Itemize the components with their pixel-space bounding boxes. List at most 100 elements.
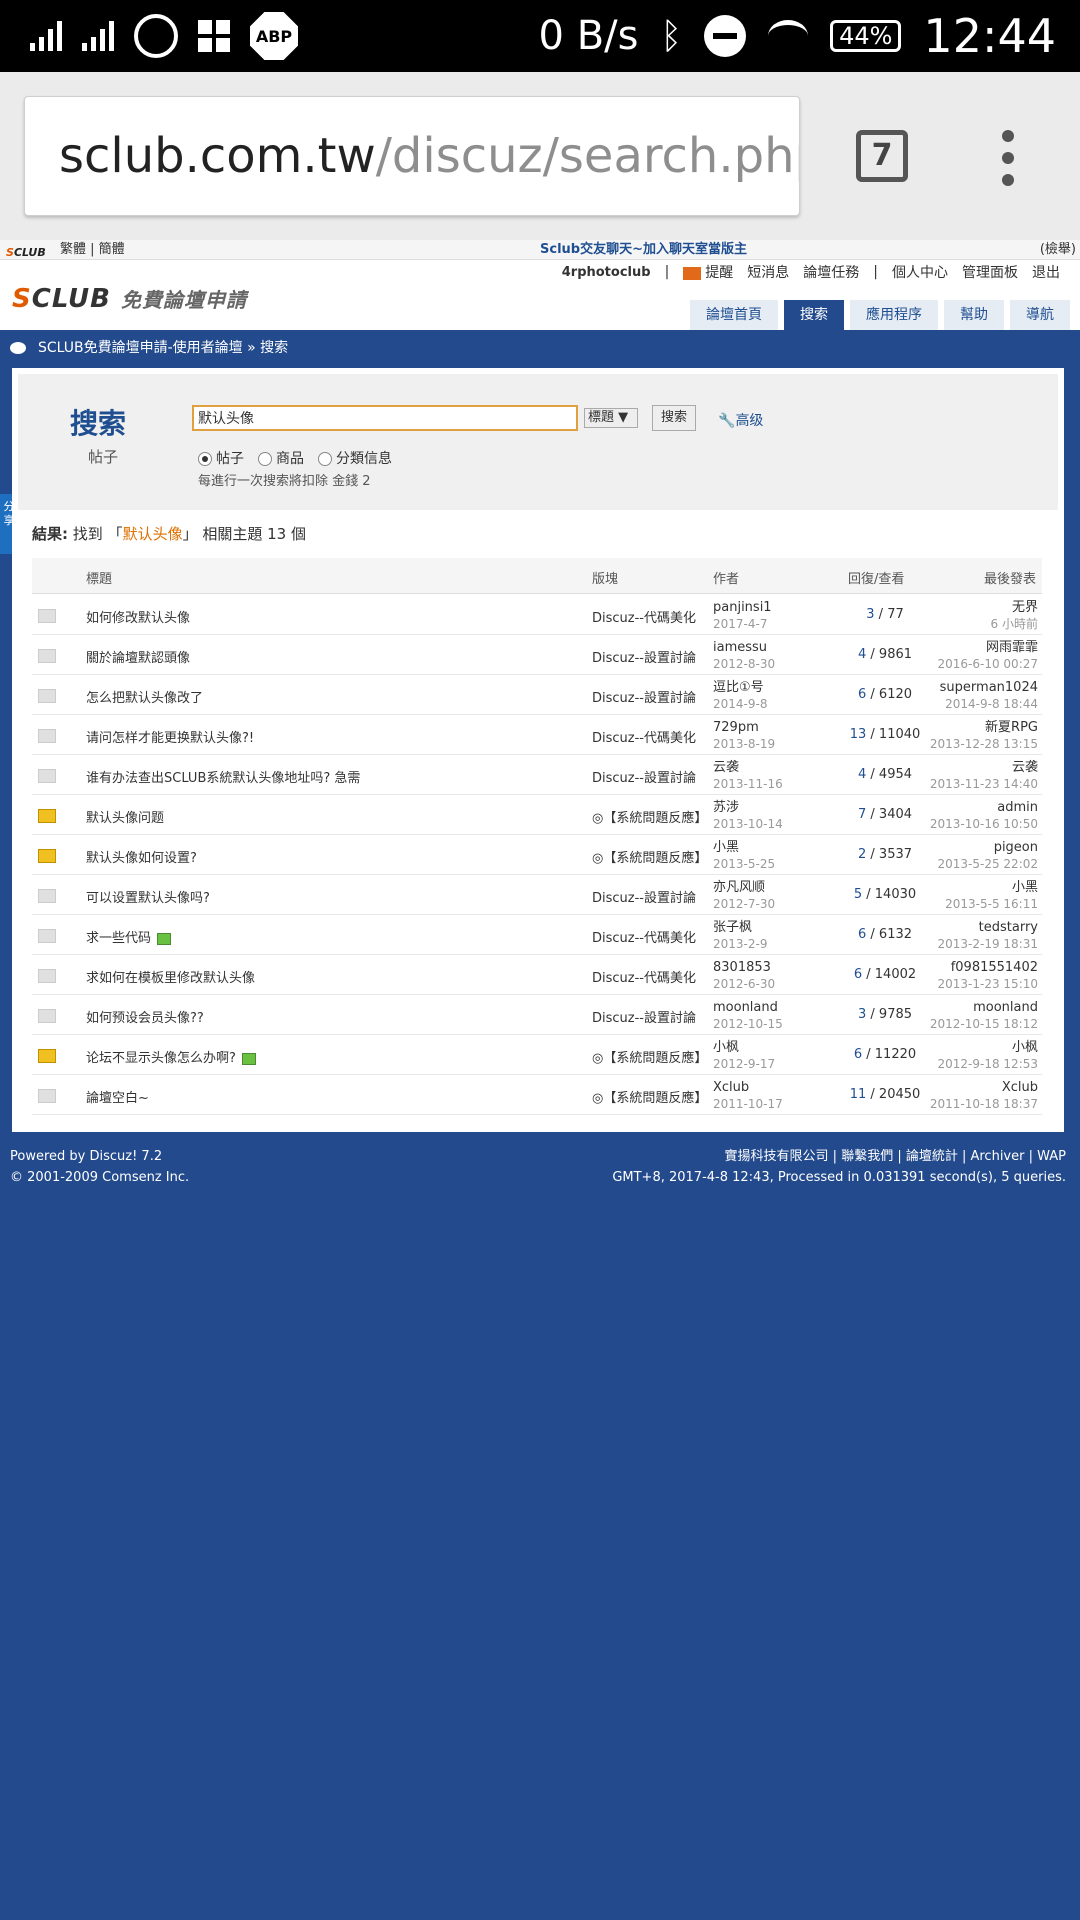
forum-link[interactable]: Discuz--代碼美化 <box>592 727 704 746</box>
forum-link[interactable]: Discuz--設置討論 <box>592 647 704 666</box>
last-poster-link[interactable]: 无界 <box>1012 600 1038 615</box>
search-scope-select[interactable]: 標題 ▼ <box>584 408 638 428</box>
network-speed: 0 B/s <box>538 13 639 59</box>
forum-link[interactable]: ◎【系統問題反應】 <box>592 847 704 866</box>
last-poster-link[interactable]: admin <box>997 800 1038 815</box>
thread-title-link[interactable]: 谁有办法查出SCLUB系統默认头像地址吗? 急需 <box>86 767 360 786</box>
last-post-time[interactable]: 2012-10-15 18:12 <box>930 1017 1038 1031</box>
last-poster-link[interactable]: pigeon <box>994 840 1038 855</box>
last-post-time[interactable]: 2013-10-16 10:50 <box>930 817 1038 831</box>
author-link[interactable]: 亦凡风顺 <box>713 880 765 895</box>
footer-links[interactable]: 實揚科技有限公司 | 聯繫我們 | 論壇統計 | Archiver | WAP <box>612 1146 1066 1167</box>
thread-title-link[interactable]: 怎么把默认头像改了 <box>86 687 203 706</box>
forum-link[interactable]: Discuz--設置討論 <box>592 887 704 906</box>
pm-link[interactable]: 短消息 <box>747 262 789 282</box>
radio-goods[interactable]: 商品 <box>258 448 304 468</box>
nav-apps[interactable]: 應用程序 <box>850 300 938 330</box>
author-link[interactable]: iamessu <box>713 640 767 655</box>
author-link[interactable]: 小黑 <box>713 840 739 855</box>
search-button[interactable]: 搜索 <box>652 405 696 431</box>
thread-title-link[interactable]: 论坛不显示头像怎么办啊? <box>86 1047 256 1066</box>
site-logo[interactable]: SCLUB 免費論壇申請 <box>12 284 247 314</box>
radio-classified[interactable]: 分類信息 <box>318 448 392 468</box>
thread-title-link[interactable]: 可以设置默认头像吗? <box>86 887 210 906</box>
search-input[interactable] <box>192 405 578 431</box>
logout-link[interactable]: 退出 <box>1032 262 1060 282</box>
tab-switcher-button[interactable]: 7 <box>856 130 908 182</box>
notify-link[interactable]: 提醒 <box>683 262 733 282</box>
breadcrumb-text[interactable]: SCLUB免費論壇申請-使用者論壇 » 搜索 <box>38 340 288 356</box>
username-link[interactable]: 4rphotoclub <box>562 265 651 280</box>
last-post-time[interactable]: 2013-11-23 14:40 <box>930 777 1038 791</box>
last-post-time[interactable]: 6 小時前 <box>991 617 1038 631</box>
last-poster-link[interactable]: Xclub <box>1002 1080 1038 1095</box>
forum-link[interactable]: Discuz--代碼美化 <box>592 967 704 986</box>
forum-link[interactable]: ◎【系統問題反應】 <box>592 1047 704 1066</box>
author-link[interactable]: moonland <box>713 1000 778 1015</box>
last-post-time[interactable]: 2013-5-5 16:11 <box>945 897 1038 911</box>
last-post-time[interactable]: 2013-12-28 13:15 <box>930 737 1038 751</box>
last-poster-link[interactable]: 小枫 <box>1012 1040 1038 1055</box>
admin-link[interactable]: 管理面板 <box>962 262 1018 282</box>
thread-title-link[interactable]: 如何预设会员头像?? <box>86 1007 204 1026</box>
forum-link[interactable]: ◎【系統問題反應】 <box>592 1087 704 1106</box>
last-post-time[interactable]: 2014-9-8 18:44 <box>945 697 1038 711</box>
forum-link[interactable]: ◎【系統問題反應】 <box>592 807 704 826</box>
browser-toolbar: sclub.com.tw/discuz/search.php? 7 <box>0 72 1080 240</box>
advanced-search-link[interactable]: 🔧高级 <box>718 410 763 430</box>
last-post-time[interactable]: 2013-5-25 22:02 <box>938 857 1039 871</box>
author-link[interactable]: 小枫 <box>713 1040 739 1055</box>
overflow-menu-icon[interactable] <box>1002 130 1014 196</box>
tasks-link[interactable]: 論壇任務 <box>803 262 859 282</box>
thread-title-link[interactable]: 求如何在模板里修改默认头像 <box>86 967 255 986</box>
forum-link[interactable]: Discuz--代碼美化 <box>592 927 704 946</box>
radio-posts[interactable]: 帖子 <box>198 448 244 468</box>
forum-link[interactable]: Discuz--設置討論 <box>592 767 704 786</box>
nav-help[interactable]: 幫助 <box>944 300 1004 330</box>
last-poster-link[interactable]: 新夏RPG <box>985 720 1038 735</box>
forum-link[interactable]: Discuz--設置討論 <box>592 1007 704 1026</box>
post-date: 2017-4-7 <box>713 617 768 631</box>
last-poster-link[interactable]: moonland <box>973 1000 1038 1015</box>
last-post-time[interactable]: 2011-10-18 18:37 <box>930 1097 1038 1111</box>
thread-title-link[interactable]: 關於論壇默認頭像 <box>86 647 190 666</box>
thread-title-link[interactable]: 求一些代码 <box>86 927 172 946</box>
thread-title-link[interactable]: 默认头像如何设置? <box>86 847 197 866</box>
nav-navigation[interactable]: 導航 <box>1010 300 1070 330</box>
last-post-time[interactable]: 2012-9-18 12:53 <box>938 1057 1039 1071</box>
thread-title-link[interactable]: 请问怎样才能更换默认头像?! <box>86 727 254 746</box>
powered-by[interactable]: Powered by Discuz! 7.2 <box>10 1146 189 1167</box>
author-link[interactable]: 8301853 <box>713 960 771 975</box>
language-switch[interactable]: 繁體 | 簡體 <box>60 240 125 260</box>
nav-search[interactable]: 搜索 <box>784 300 844 330</box>
author-link[interactable]: panjinsi1 <box>713 600 772 615</box>
last-post-time[interactable]: 2013-2-19 18:31 <box>938 937 1039 951</box>
last-poster-link[interactable]: 小黑 <box>1012 880 1038 895</box>
table-row: 如何修改默认头像 Discuz--代碼美化 panjinsi1 2017-4-7 3 /… <box>32 595 1042 635</box>
last-poster-link[interactable]: 网雨霏霏 <box>986 640 1038 655</box>
report-link[interactable]: (檢舉) <box>1040 240 1076 260</box>
last-poster-link[interactable]: tedstarry <box>979 920 1038 935</box>
last-post-time[interactable]: 2013-1-23 15:10 <box>938 977 1039 991</box>
last-post-time[interactable]: 2016-6-10 00:27 <box>938 657 1039 671</box>
chat-link[interactable]: Sclub交友聊天~加入聊天室當版主 <box>540 240 747 260</box>
last-poster-link[interactable]: 云袭 <box>1012 760 1038 775</box>
table-row: 默认头像问题 ◎【系統問題反應】 苏涉 2013-10-14 7 / 3404 admin… <box>32 795 1042 835</box>
author-link[interactable]: 云袭 <box>713 760 739 775</box>
nav-home[interactable]: 論壇首頁 <box>690 300 778 330</box>
author-link[interactable]: 张子枫 <box>713 920 752 935</box>
author-link[interactable]: 729pm <box>713 720 759 735</box>
author-link[interactable]: 苏涉 <box>713 800 739 815</box>
forum-link[interactable]: Discuz--設置討論 <box>592 687 704 706</box>
profile-link[interactable]: 個人中心 <box>892 262 948 282</box>
last-poster-link[interactable]: f0981551402 <box>951 960 1038 975</box>
thread-title-link[interactable]: 默认头像问题 <box>86 807 164 826</box>
thread-title-link[interactable]: 如何修改默认头像 <box>86 607 190 626</box>
table-row: 可以设置默认头像吗? Discuz--設置討論 亦凡风顺 2012-7-30 5 / 1… <box>32 875 1042 915</box>
address-bar[interactable]: sclub.com.tw/discuz/search.php? <box>24 96 800 216</box>
author-link[interactable]: 逗比①号 <box>713 680 764 695</box>
forum-link[interactable]: Discuz--代碼美化 <box>592 607 704 626</box>
last-poster-link[interactable]: superman1024 <box>940 680 1038 695</box>
thread-title-link[interactable]: 論壇空白~ <box>86 1087 149 1106</box>
author-link[interactable]: Xclub <box>713 1080 749 1095</box>
